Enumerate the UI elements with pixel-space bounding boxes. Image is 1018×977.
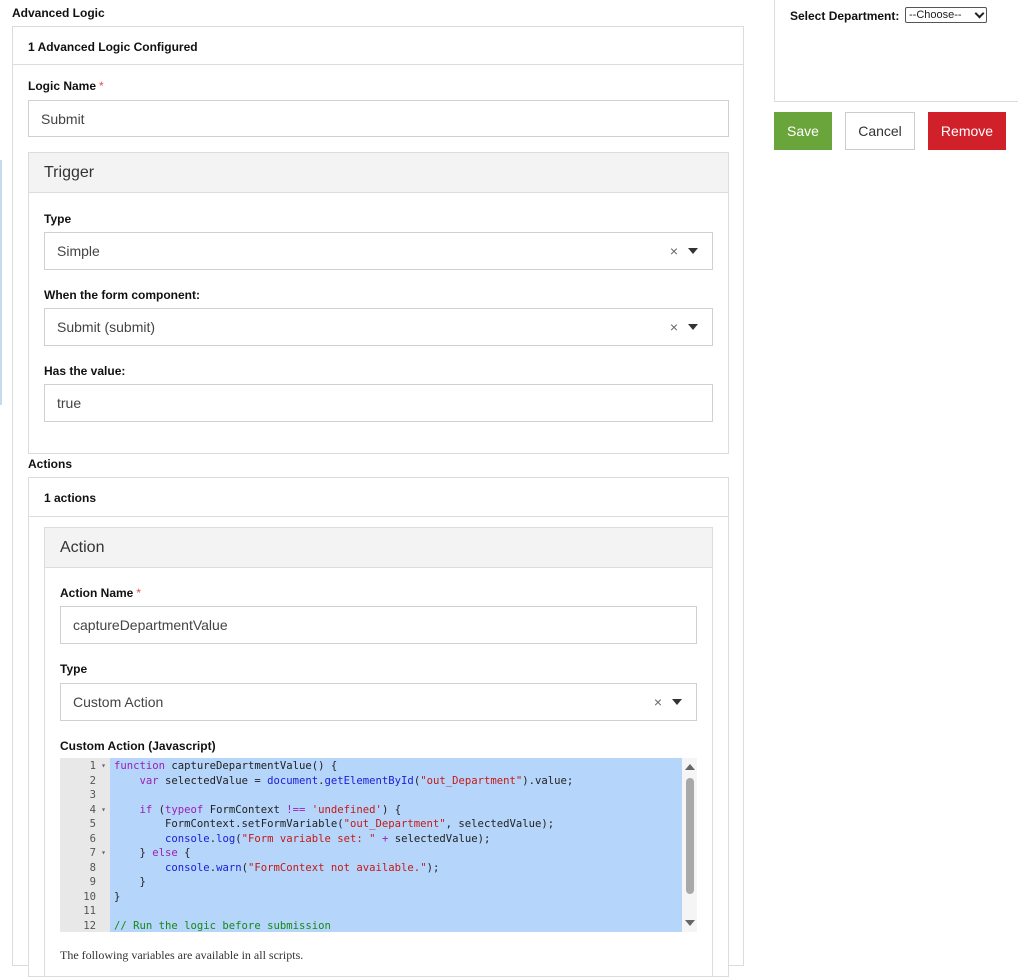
- cancel-button[interactable]: Cancel: [845, 112, 915, 150]
- trigger-value-label: Has the value:: [44, 364, 126, 378]
- clear-icon[interactable]: ×: [670, 319, 678, 335]
- chevron-down-icon[interactable]: [688, 324, 698, 330]
- required-mark: *: [99, 79, 104, 93]
- trigger-type-label: Type: [44, 212, 72, 226]
- action-name-input[interactable]: captureDepartmentValue: [60, 606, 697, 644]
- trigger-component-value: Submit (submit): [57, 319, 156, 335]
- trigger-value-input[interactable]: true: [44, 384, 713, 422]
- fold-icon[interactable]: ▾: [101, 803, 106, 818]
- trigger-type-value: Simple: [57, 243, 100, 259]
- actions-count-label: 1 actions: [44, 491, 97, 505]
- trigger-component-select[interactable]: Submit (submit) ×: [44, 308, 713, 346]
- line-number: 7 ▾: [89, 846, 106, 861]
- action-type-select[interactable]: Custom Action ×: [60, 683, 697, 721]
- code-line: FormContext.setFormVariable("out_Departm…: [114, 818, 555, 830]
- scroll-thumb[interactable]: [686, 778, 694, 894]
- line-number: 6: [89, 832, 96, 845]
- select-department-label: Select Department:: [790, 9, 900, 23]
- line-number: 8: [89, 861, 96, 874]
- remove-button[interactable]: Remove: [928, 112, 1006, 150]
- code-line: }: [114, 876, 146, 888]
- code-line: // Run the logic before submission: [114, 919, 331, 932]
- line-number: 9: [89, 876, 96, 888]
- action-type-value: Custom Action: [73, 694, 164, 710]
- code-line: console.warn("FormContext not available.…: [165, 861, 440, 874]
- department-select[interactable]: --Choose--: [905, 7, 987, 23]
- clear-icon[interactable]: ×: [670, 243, 678, 259]
- action-type-label: Type: [60, 662, 88, 676]
- code-line: } else {: [114, 847, 191, 859]
- code-line: function captureDepartmentValue() {: [114, 760, 338, 772]
- code-line: if (typeof FormContext !== 'undefined') …: [139, 803, 402, 816]
- custom-action-label: Custom Action (Javascript): [60, 739, 216, 753]
- editor-code-area[interactable]: function captureDepartmentValue() { var …: [110, 758, 682, 932]
- fold-icon[interactable]: ▾: [101, 846, 106, 861]
- chevron-down-icon[interactable]: [672, 699, 682, 705]
- actions-title: Actions: [28, 457, 73, 471]
- line-number: 1 ▾: [89, 759, 106, 774]
- department-select-value: --Choose--: [909, 9, 962, 21]
- page-title: Advanced Logic: [12, 6, 105, 20]
- line-number: 2: [89, 774, 96, 787]
- chevron-down-icon[interactable]: [688, 248, 698, 254]
- line-number: 4 ▾: [89, 803, 106, 818]
- code-editor[interactable]: 1 ▾ 2 3 4 ▾ 5 6 7 ▾ 8 9 10 11 12 function captureDepar…: [60, 758, 697, 932]
- trigger-header: Trigger: [28, 152, 729, 193]
- trigger-type-select[interactable]: Simple ×: [44, 232, 713, 270]
- line-number: 10: [83, 890, 96, 903]
- left-edge-marker: [0, 160, 2, 405]
- required-mark: *: [136, 586, 142, 600]
- save-button[interactable]: Save: [774, 112, 832, 150]
- fold-icon[interactable]: ▾: [101, 759, 106, 774]
- trigger-component-label: When the form component:: [44, 288, 200, 302]
- code-line: var selectedValue = document.getElementB…: [139, 774, 574, 787]
- logic-name-input[interactable]: Submit: [28, 100, 729, 137]
- logic-count-label: 1 Advanced Logic Configured: [28, 40, 198, 54]
- code-line: console.log("Form variable set: " + sele…: [165, 832, 491, 845]
- code-line: }: [114, 890, 121, 903]
- chevron-down-icon: [974, 8, 985, 19]
- action-header: Action: [44, 527, 713, 568]
- clear-icon[interactable]: ×: [654, 694, 662, 710]
- line-number: 3: [89, 789, 96, 801]
- editor-gutter: 1 ▾ 2 3 4 ▾ 5 6 7 ▾ 8 9 10 11 12: [60, 758, 110, 932]
- editor-scrollbar[interactable]: [682, 758, 697, 932]
- scroll-down-icon[interactable]: [685, 920, 695, 926]
- line-number: 12: [83, 919, 96, 932]
- variables-note: The following variables are available in…: [60, 948, 304, 962]
- actions-count-header: [29, 478, 728, 517]
- scroll-up-icon[interactable]: [685, 764, 695, 770]
- line-number: 11: [83, 905, 96, 917]
- action-name-label: Action Name *: [60, 586, 142, 600]
- line-number: 5: [89, 818, 96, 830]
- logic-name-label: Logic Name *: [28, 79, 104, 93]
